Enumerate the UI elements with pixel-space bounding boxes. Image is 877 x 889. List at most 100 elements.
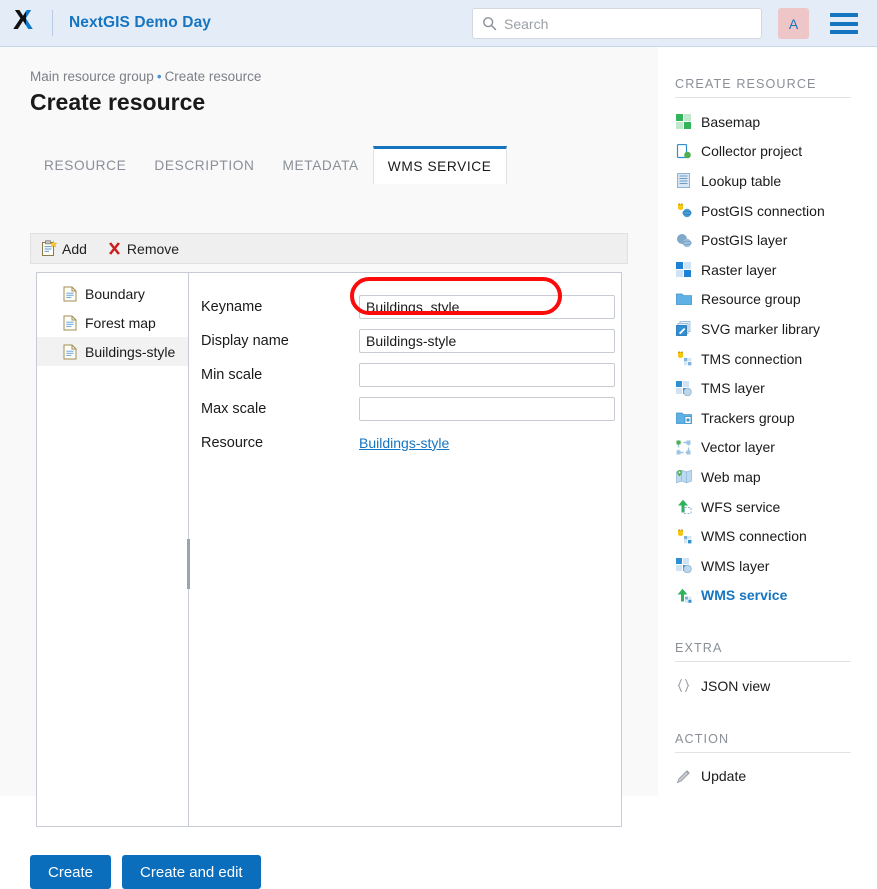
divider	[675, 97, 851, 98]
create-button[interactable]: Create	[30, 855, 112, 889]
tab-metadata[interactable]: METADATA	[269, 147, 373, 183]
extra-heading: EXTRA	[675, 641, 723, 656]
tab-description[interactable]: DESCRIPTION	[140, 147, 268, 183]
wms-layer-icon	[675, 557, 692, 574]
sidebar-item-tms-connection[interactable]: TMS connection	[675, 344, 877, 374]
divider	[675, 661, 851, 663]
sidebar-item-label: Resource group	[701, 291, 801, 308]
resource-label: Resource	[201, 434, 264, 451]
breadcrumb-parent[interactable]: Main resource group	[30, 69, 154, 84]
sidebar-item-wfs-service[interactable]: WFS service	[675, 492, 877, 522]
sidebar-item-label: WFS service	[701, 498, 781, 515]
sidebar-item-tms-layer[interactable]: TMS layer	[675, 373, 877, 403]
json-view-icon	[675, 677, 692, 694]
sidebar-item-label: Collector project	[701, 143, 803, 160]
sidebar-item-update[interactable]: Update	[675, 762, 877, 792]
sidebar-item-label: WMS connection	[701, 528, 807, 545]
resource-group-icon	[675, 291, 692, 308]
extra-group: EXTRA JSON view	[675, 641, 877, 701]
sidebar-item-label: Lookup table	[701, 172, 782, 189]
document-icon	[63, 344, 77, 359]
wms-connection-icon	[675, 528, 692, 545]
sidebar-item-collector-project[interactable]: Collector project	[675, 137, 877, 167]
sidebar-item-resource-group[interactable]: Resource group	[675, 285, 877, 315]
sidebar-item-basemap[interactable]: Basemap	[675, 107, 877, 137]
add-button[interactable]: Add	[41, 240, 87, 257]
divider	[675, 751, 851, 753]
sidebar-item-label: Trackers group	[701, 409, 795, 426]
add-label: Add	[62, 240, 87, 257]
sidebar-item-trackers-group[interactable]: Trackers group	[675, 403, 877, 433]
sidebar-item-wms-layer[interactable]: WMS layer	[675, 551, 877, 581]
search-box[interactable]	[472, 8, 762, 39]
sidebar-item-wms-service[interactable]: WMS service	[675, 581, 877, 611]
pencil-icon	[675, 768, 692, 785]
create-resource-group: CREATE RESOURCE Basemap Collector projec…	[675, 77, 877, 610]
form-row-max-scale: Max scale	[201, 396, 621, 421]
create-resource-heading: CREATE RESOURCE	[675, 77, 817, 91]
sidebar-item-label: WMS layer	[701, 557, 770, 574]
breadcrumb-separator: •	[156, 69, 162, 84]
sidebar-item-postgis-layer[interactable]: PostGIS layer	[675, 225, 877, 255]
right-sidebar: CREATE RESOURCE Basemap Collector projec…	[675, 47, 877, 877]
layer-list: Boundary Forest map Buildings-style	[37, 273, 190, 826]
tab-wms-service[interactable]: WMS SERVICE	[372, 146, 507, 184]
form-row-min-scale: Min scale	[201, 362, 621, 387]
search-icon	[483, 17, 497, 31]
sidebar-item-label: TMS connection	[701, 350, 803, 367]
document-icon	[63, 286, 77, 301]
hamburger-menu-icon[interactable]	[830, 13, 858, 34]
lookup-table-icon	[675, 172, 692, 189]
layer-form: Keyname Display name Min scale Max scale…	[189, 273, 621, 826]
tms-connection-icon	[675, 350, 692, 367]
postgis-layer-icon	[675, 232, 692, 249]
svg-marker-library-icon	[675, 320, 692, 337]
display-name-input[interactable]	[359, 328, 615, 353]
panel-toolbar: Add Remove	[30, 233, 628, 264]
logo-x-icon: X X	[13, 10, 33, 36]
sidebar-item-raster-layer[interactable]: Raster layer	[675, 255, 877, 285]
resource-link[interactable]: Buildings-style	[359, 435, 449, 451]
max-scale-input[interactable]	[359, 396, 615, 421]
add-icon	[42, 240, 57, 256]
sidebar-item-label: PostGIS connection	[701, 202, 825, 219]
sidebar-item-label: Update	[701, 768, 747, 785]
create-and-edit-button[interactable]: Create and edit	[122, 855, 261, 889]
header-divider	[52, 10, 53, 36]
list-item[interactable]: Forest map	[37, 308, 188, 337]
display-name-label: Display name	[201, 332, 289, 349]
avatar[interactable]: A	[778, 8, 809, 39]
vector-layer-icon	[675, 439, 692, 456]
remove-icon	[108, 242, 120, 255]
list-item-label: Boundary	[85, 285, 145, 302]
sidebar-item-postgis-connection[interactable]: PostGIS connection	[675, 196, 877, 226]
trackers-group-icon	[675, 409, 692, 426]
collector-project-icon	[675, 143, 692, 160]
sidebar-item-lookup-table[interactable]: Lookup table	[675, 166, 877, 196]
list-item[interactable]: Boundary	[37, 279, 188, 308]
site-title[interactable]: NextGIS Demo Day	[69, 14, 211, 32]
sidebar-item-label: Raster layer	[701, 261, 777, 278]
max-scale-label: Max scale	[201, 400, 267, 417]
form-row-keyname: Keyname	[201, 294, 621, 319]
sidebar-item-vector-layer[interactable]: Vector layer	[675, 433, 877, 463]
search-input[interactable]	[504, 15, 744, 32]
sidebar-item-json-view[interactable]: JSON view	[675, 671, 877, 701]
sidebar-item-web-map[interactable]: Web map	[675, 462, 877, 492]
remove-label: Remove	[126, 240, 180, 257]
min-scale-input[interactable]	[359, 362, 615, 387]
keyname-input[interactable]	[359, 294, 615, 319]
tab-resource[interactable]: RESOURCE	[30, 147, 140, 183]
app-header: X X NextGIS Demo Day A	[0, 0, 877, 47]
web-map-icon	[675, 468, 692, 485]
document-icon	[63, 315, 77, 330]
basemap-icon	[675, 113, 692, 130]
action-group: ACTION Update	[675, 732, 877, 792]
remove-button[interactable]: Remove	[107, 241, 179, 257]
nextgis-logo[interactable]: X X	[0, 0, 52, 47]
sidebar-item-wms-connection[interactable]: WMS connection	[675, 521, 877, 551]
list-item[interactable]: Buildings-style	[37, 337, 188, 366]
sidebar-item-svg-marker-library[interactable]: SVG marker library	[675, 314, 877, 344]
min-scale-label: Min scale	[201, 366, 263, 383]
list-item-label: Forest map	[85, 314, 156, 331]
